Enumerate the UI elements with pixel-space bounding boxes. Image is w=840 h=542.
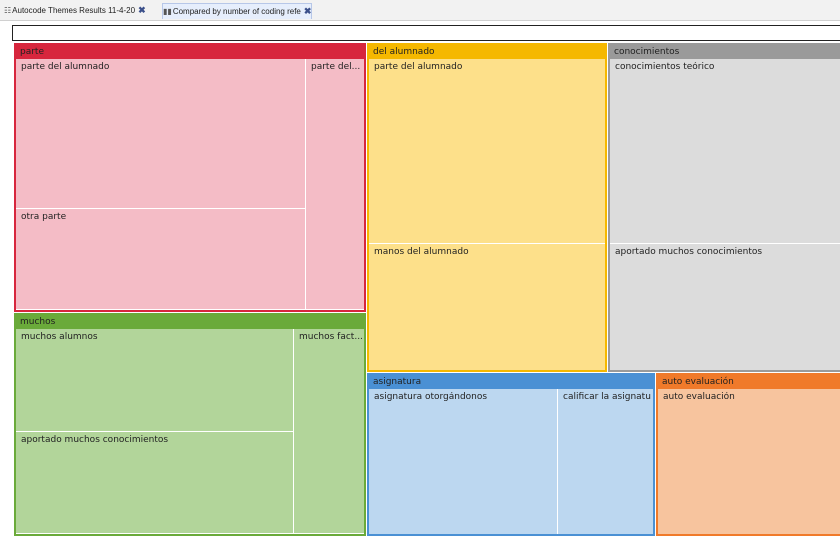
cell-label: aportado muchos conocimientos <box>21 435 169 445</box>
group-asignatura[interactable]: asignatura asignatura otorgándonos calif… <box>367 373 655 536</box>
cell-label: manos del alumnado <box>374 247 469 257</box>
group-header: asignatura <box>369 375 653 389</box>
treemap-cell[interactable]: otra parte <box>16 209 306 310</box>
cell-label: muchos alumnos <box>21 332 98 342</box>
treemap-cell[interactable]: calificar la asignatura <box>558 389 653 534</box>
group-header: del alumnado <box>369 45 605 59</box>
treemap-cell[interactable]: aportado muchos conocimientos <box>610 244 840 370</box>
group-header: parte <box>16 45 364 59</box>
treemap: parte parte del alumnado otra parte part… <box>12 43 840 538</box>
group-conocimientos[interactable]: conocimientos conocimientos teórico apor… <box>608 43 840 372</box>
treemap-cell[interactable]: manos del alumnado <box>369 244 605 370</box>
tab-label: Compared by number of coding refe <box>172 7 301 16</box>
tab-autocode-themes[interactable]: ☷Autocode Themes Results 11-4-20 ✖ <box>4 3 146 18</box>
treemap-cell[interactable]: parte del alumnado <box>16 59 306 209</box>
cell-label: parte del alumnado <box>374 62 463 72</box>
group-parte[interactable]: parte parte del alumnado otra parte part… <box>14 43 366 312</box>
cell-label: auto evaluación <box>663 392 735 402</box>
cell-label: muchos fact... <box>299 332 362 342</box>
close-icon[interactable]: ✖ <box>138 3 146 18</box>
cell-label: parte del alumnado <box>21 62 110 72</box>
treemap-cell[interactable]: asignatura otorgándonos <box>369 389 558 534</box>
group-auto-evaluacion[interactable]: auto evaluación auto evaluación <box>656 373 840 536</box>
filter-bar[interactable] <box>12 25 840 41</box>
group-header: auto evaluación <box>658 375 840 389</box>
group-header: conocimientos <box>610 45 840 59</box>
treemap-cell[interactable]: muchos alumnos <box>16 329 294 432</box>
cell-label: calificar la asignatura <box>563 392 651 402</box>
treemap-cell[interactable]: aportado muchos conocimientos <box>16 432 294 534</box>
tab-label: Autocode Themes Results 11-4-20 <box>12 6 136 15</box>
list-icon: ☷ <box>4 6 12 15</box>
cell-label: conocimientos teórico <box>615 62 715 72</box>
treemap-cell[interactable]: conocimientos teórico <box>610 59 840 244</box>
group-header: muchos <box>16 315 364 329</box>
group-del-alumnado[interactable]: del alumnado parte del alumnado manos de… <box>367 43 607 372</box>
cell-label: parte del... <box>311 62 361 72</box>
tab-bar: ☷Autocode Themes Results 11-4-20 ✖ ▮▮Comp… <box>0 0 840 21</box>
cell-label: aportado muchos conocimientos <box>615 247 763 257</box>
tab-compared-by-coding[interactable]: ▮▮Compared by number of coding refe ✖ <box>162 3 313 19</box>
treemap-cell[interactable]: auto evaluación <box>658 389 840 534</box>
close-icon[interactable]: ✖ <box>304 4 312 19</box>
treemap-cell[interactable]: parte del alumnado <box>369 59 605 244</box>
cell-label: otra parte <box>21 212 67 222</box>
treemap-cell[interactable]: parte del... <box>306 59 364 310</box>
cell-label: asignatura otorgándonos <box>374 392 488 402</box>
treemap-cell[interactable]: muchos fact... <box>294 329 364 534</box>
group-muchos[interactable]: muchos muchos alumnos aportado muchos co… <box>14 313 366 536</box>
chart-icon: ▮▮ <box>163 7 172 16</box>
